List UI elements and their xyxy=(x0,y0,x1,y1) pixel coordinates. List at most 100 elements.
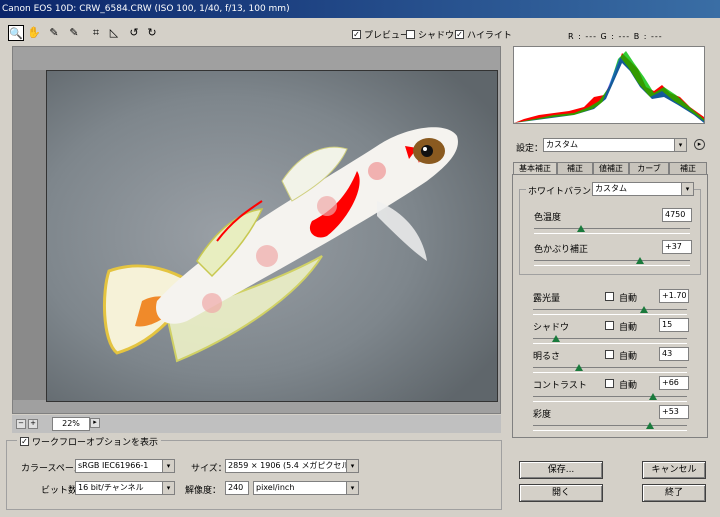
tab-detail[interactable]: 補正 xyxy=(557,162,593,174)
main-adjust-2-auto-label: 自動 xyxy=(619,352,638,362)
resolution-label: 解像度： xyxy=(185,486,222,496)
straighten-icon[interactable]: ◺ xyxy=(106,25,122,41)
color-space-select[interactable]: sRGB IEC61966-1 ▾ xyxy=(75,459,175,473)
highlight-toggle[interactable]: ✓ ハイライト xyxy=(455,28,512,41)
white-balance-select[interactable]: カスタム ▾ xyxy=(592,182,694,196)
chevron-down-icon: ▾ xyxy=(346,482,358,494)
main-adjust-2-label: 明るさ xyxy=(533,352,561,362)
tab-calibrate[interactable]: 補正 xyxy=(669,162,707,174)
main-adjust-3-label: コントラスト xyxy=(533,381,587,391)
wb-adjust-0-slider[interactable] xyxy=(534,225,690,234)
rotate-left-icon[interactable]: ↺ xyxy=(126,25,142,41)
tab-lens[interactable]: 値補正 xyxy=(593,162,629,174)
main-adjust-2-slider-thumb[interactable] xyxy=(575,364,584,371)
main-adjust-4-label: 彩度 xyxy=(533,410,552,420)
wb-adjust-1-slider[interactable] xyxy=(534,257,690,266)
resolution-unit-value: pixel/inch xyxy=(256,483,295,492)
basic-adjust-panel: ホワイトバランス： カスタム ▾ 色温度 4750 色かぶり補正 +37 露光量 自動 +… xyxy=(512,174,708,438)
zoom-in-button[interactable]: + xyxy=(28,419,38,429)
settings-value: カスタム xyxy=(546,140,578,149)
done-button[interactable]: 終了 xyxy=(642,484,706,502)
workflow-label: ワークフローオプションを表示 xyxy=(32,438,159,448)
settings-menu-icon[interactable]: ▸ xyxy=(694,139,705,150)
main-adjust-1-label: シャドウ xyxy=(533,323,570,333)
chevron-down-icon: ▾ xyxy=(162,482,174,494)
main-adjust-4-slider[interactable] xyxy=(533,422,687,431)
main-adjust-3-auto-label: 自動 xyxy=(619,381,638,391)
main-adjust-0-value-input[interactable]: +1.70 xyxy=(659,289,689,303)
histogram xyxy=(513,46,705,124)
highlight-checkbox[interactable]: ✓ xyxy=(455,30,464,39)
image-preview[interactable] xyxy=(12,46,501,414)
main-adjust-1-value-input[interactable]: 15 xyxy=(659,318,689,332)
rgb-readout: R : --- G : --- B : --- xyxy=(568,32,663,41)
main-adjust-2-slider[interactable] xyxy=(533,364,687,373)
chevron-down-icon: ▾ xyxy=(162,460,174,472)
zoom-tool-magnifier-icon[interactable]: 🔍 xyxy=(8,25,24,41)
eyedropper-plus-icon[interactable]: ✎ xyxy=(66,25,82,41)
zoom-level: 22% xyxy=(52,417,90,431)
eyedropper-icon[interactable]: ✎ xyxy=(46,25,62,41)
zoom-bar: − + 22% ▸ xyxy=(12,415,501,433)
adjust-tabs: 基本補正 補正 値補正 カーブ 補正 xyxy=(513,162,709,174)
main-adjust-0-slider[interactable] xyxy=(533,306,687,315)
shadow-toggle[interactable]: シャドウ xyxy=(406,28,454,41)
preview-checkbox[interactable]: ✓ xyxy=(352,30,361,39)
wb-adjust-0-value-input[interactable]: 4750 xyxy=(662,208,692,222)
white-balance-value: カスタム xyxy=(595,184,627,193)
wb-adjust-0-slider-thumb[interactable] xyxy=(576,225,585,232)
wb-adjust-1-value-input[interactable]: +37 xyxy=(662,240,692,254)
zoom-menu-arrow-icon[interactable]: ▸ xyxy=(90,418,100,428)
rotate-right-icon[interactable]: ↻ xyxy=(144,25,160,41)
settings-select[interactable]: カスタム ▾ xyxy=(543,138,687,152)
bit-depth-value: 16 bit/チャンネル xyxy=(78,483,144,492)
main-adjust-3-value-input[interactable]: +66 xyxy=(659,376,689,390)
hand-tool-icon[interactable]: ✋ xyxy=(26,25,42,41)
resolution-input[interactable]: 240 xyxy=(225,481,249,495)
photo-goby-fish[interactable] xyxy=(46,70,498,402)
chevron-down-icon: ▾ xyxy=(681,183,693,195)
main-adjust-4-slider-thumb[interactable] xyxy=(646,422,655,429)
window-title: Canon EOS 10D: CRW_6584.CRW (ISO 100, 1/… xyxy=(2,4,290,14)
main-adjust-3-slider-thumb[interactable] xyxy=(649,393,658,400)
settings-label: 設定： xyxy=(516,144,544,154)
histogram-graph xyxy=(514,51,704,123)
main-adjust-3-auto-checkbox[interactable] xyxy=(605,379,614,388)
bit-depth-select[interactable]: 16 bit/チャンネル ▾ xyxy=(75,481,175,495)
main-adjust-1-auto-label: 自動 xyxy=(619,323,638,333)
zoom-out-button[interactable]: − xyxy=(16,419,26,429)
main-adjust-2-auto-checkbox[interactable] xyxy=(605,350,614,359)
title-bar: Canon EOS 10D: CRW_6584.CRW (ISO 100, 1/… xyxy=(0,0,720,18)
workflow-checkbox[interactable]: ✓ xyxy=(20,437,29,446)
resolution-unit-select[interactable]: pixel/inch ▾ xyxy=(253,481,359,495)
cancel-button[interactable]: キャンセル xyxy=(642,461,706,479)
wb-adjust-0-label: 色温度 xyxy=(534,213,562,223)
highlight-label: ハイライト xyxy=(467,31,512,41)
open-button[interactable]: 開く xyxy=(519,484,603,502)
save-button[interactable]: 保存... xyxy=(519,461,603,479)
wb-adjust-1-label: 色かぶり補正 xyxy=(534,245,589,255)
color-space-value: sRGB IEC61966-1 xyxy=(78,461,149,470)
tab-curve[interactable]: カーブ xyxy=(629,162,669,174)
main-adjust-1-auto-checkbox[interactable] xyxy=(605,321,614,330)
shadow-checkbox[interactable] xyxy=(406,30,415,39)
preview-label: プレビュー xyxy=(364,31,410,41)
chevron-down-icon: ▾ xyxy=(674,139,686,151)
main-adjust-2-value-input[interactable]: 43 xyxy=(659,347,689,361)
main-adjust-0-auto-checkbox[interactable] xyxy=(605,292,614,301)
workflow-options: ✓ ワークフローオプションを表示 カラースペース： sRGB IEC61966-… xyxy=(6,435,502,510)
main-adjust-3-slider[interactable] xyxy=(533,393,687,402)
main-adjust-1-slider-thumb[interactable] xyxy=(552,335,561,342)
main-adjust-0-slider-thumb[interactable] xyxy=(639,306,648,313)
chevron-down-icon: ▾ xyxy=(346,460,358,472)
workflow-toggle[interactable]: ✓ ワークフローオプションを表示 xyxy=(17,435,162,448)
size-label: サイズ： xyxy=(191,464,227,474)
crop-icon[interactable]: ⌗ xyxy=(88,25,104,41)
size-select[interactable]: 2859 × 1906 (5.4 メガピクセル) ▾ xyxy=(225,459,359,473)
size-value: 2859 × 1906 (5.4 メガピクセル) xyxy=(228,461,353,470)
preview-toggle[interactable]: ✓ プレビュー xyxy=(352,28,409,41)
tab-basic[interactable]: 基本補正 xyxy=(513,162,557,174)
main-adjust-1-slider[interactable] xyxy=(533,335,687,344)
wb-adjust-1-slider-thumb[interactable] xyxy=(636,257,645,264)
main-adjust-4-value-input[interactable]: +53 xyxy=(659,405,689,419)
